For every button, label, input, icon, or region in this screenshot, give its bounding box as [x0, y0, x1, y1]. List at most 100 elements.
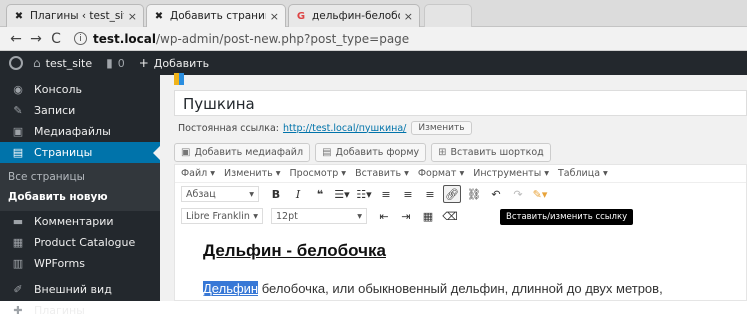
add-new-label: Добавить: [153, 56, 210, 70]
address-bar: ← → C i test.local/wp-admin/post-new.php…: [0, 27, 747, 51]
redo-icon[interactable]: ↷: [509, 185, 527, 203]
sidebar-item-label: Страницы: [34, 146, 93, 159]
menu-view[interactable]: Просмотр ▾: [290, 168, 347, 179]
wordpress-icon: ✖: [154, 10, 164, 22]
font-family-select[interactable]: Libre Franklin ▾: [181, 208, 263, 224]
text-color-icon[interactable]: ✎▾: [531, 185, 549, 203]
link-tooltip: Вставить/изменить ссылку: [500, 209, 634, 225]
submenu-all-pages[interactable]: Все страницы: [0, 167, 160, 187]
post-title-input[interactable]: Пушкина: [174, 90, 747, 116]
add-form-button[interactable]: ▤ Добавить форму: [315, 143, 427, 162]
add-media-button[interactable]: ▣ Добавить медиафайл: [174, 143, 311, 162]
wordpress-logo-icon[interactable]: [9, 56, 23, 70]
bold-icon[interactable]: B: [267, 185, 285, 203]
indent-icon[interactable]: ⇥: [397, 207, 415, 225]
pin-icon: ✎: [13, 104, 23, 117]
align-center-icon[interactable]: ≡: [399, 185, 417, 203]
sidebar-item-dashboard[interactable]: ◉ Консоль: [0, 79, 160, 100]
home-icon: ⌂: [33, 56, 41, 70]
forward-icon[interactable]: →: [26, 31, 46, 47]
chevron-down-icon: ▾: [249, 188, 254, 200]
media-add-icon: ▣: [181, 147, 191, 158]
menu-edit[interactable]: Изменить ▾: [224, 168, 280, 179]
button-label: Добавить медиафайл: [194, 147, 304, 158]
url-field[interactable]: test.local/wp-admin/post-new.php?post_ty…: [93, 32, 409, 46]
media-buttons: ▣ Добавить медиафайл ▤ Добавить форму ⊞ …: [174, 143, 556, 162]
close-icon[interactable]: ×: [270, 10, 279, 23]
undo-icon[interactable]: ↶: [487, 185, 505, 203]
tab-title: Плагины ‹ test_site — W: [30, 10, 124, 22]
sidebar-item-media[interactable]: ▣ Медиафайлы: [0, 121, 160, 142]
align-right-icon[interactable]: ≡: [421, 185, 439, 203]
media-icon: ▣: [12, 125, 24, 138]
menu-tools[interactable]: Инструменты ▾: [473, 168, 549, 179]
align-left-icon[interactable]: ≡: [377, 185, 395, 203]
url-host: test.local: [93, 31, 156, 46]
unlink-icon[interactable]: ⛓︎: [465, 185, 483, 203]
insert-shortcode-button[interactable]: ⊞ Вставить шорткод: [431, 143, 551, 162]
sidebar-item-comments[interactable]: ▬ Комментарии: [0, 211, 160, 232]
new-tab-button[interactable]: [424, 4, 472, 27]
admin-bar-add-new[interactable]: + Добавить: [139, 56, 209, 70]
browser-tab-add-page[interactable]: ✖ Добавить страницу ‹ te: ×: [146, 4, 286, 27]
dashboard-icon: ◉: [13, 83, 23, 96]
editor-toolbar-1: Абзац ▾ B I ❝ ☰▾ ☷▾ ≡ ≡ ≡ 🔗︎ ⛓︎ ↶ ↷ ✎▾: [175, 183, 746, 205]
chevron-down-icon: ▾: [357, 210, 362, 222]
plugins-icon: ✚: [13, 304, 23, 317]
back-icon[interactable]: ←: [6, 31, 26, 47]
sidebar-item-pages[interactable]: ▤ Страницы: [0, 142, 160, 163]
sidebar-item-product-catalogue[interactable]: ▦ Product Catalogue: [0, 232, 160, 253]
menu-insert[interactable]: Вставить ▾: [355, 168, 409, 179]
wordpress-icon: ✖: [14, 10, 24, 22]
clear-format-icon[interactable]: ⌫: [441, 207, 459, 225]
link-icon[interactable]: 🔗︎: [443, 185, 461, 203]
permalink-row: Постоянная ссылка: http://test.local/пуш…: [178, 121, 472, 135]
submenu-add-new[interactable]: Добавить новую: [0, 187, 160, 207]
admin-bar-site[interactable]: ⌂ test_site: [33, 56, 92, 70]
bullet-list-icon[interactable]: ☰▾: [333, 185, 351, 203]
browser-tab-plugins[interactable]: ✖ Плагины ‹ test_site — W ×: [6, 4, 144, 27]
form-icon: ▤: [322, 147, 332, 158]
url-path: /wp-admin/post-new.php?post_type=page: [156, 31, 410, 46]
editor-toolbar-2: Libre Franklin ▾ 12pt ▾ ⇤ ⇥ ▦ ⌫ Вставить…: [175, 205, 746, 227]
tab-title: дельфин-белобочка - П: [312, 10, 400, 22]
close-icon[interactable]: ×: [404, 10, 413, 23]
tinymce-editor: Файл ▾ Изменить ▾ Просмотр ▾ Вставить ▾ …: [174, 164, 747, 301]
submenu-label: Добавить новую: [8, 191, 108, 203]
sidebar-item-posts[interactable]: ✎ Записи: [0, 100, 160, 121]
sidebar-item-wpforms[interactable]: ▥ WPForms: [0, 253, 160, 274]
browser-tab-bar: ✖ Плагины ‹ test_site — W × ✖ Добавить с…: [0, 0, 747, 27]
sidebar-item-label: Комментарии: [34, 215, 114, 228]
browser-tab-search[interactable]: G дельфин-белобочка - П ×: [288, 4, 420, 27]
button-label: Добавить форму: [335, 147, 420, 158]
paste-text-icon[interactable]: ▦: [419, 207, 437, 225]
editor-content[interactable]: Дельфин - белобочка Дельфин белобочка, и…: [175, 227, 746, 306]
sidebar-item-label: Плагины: [34, 304, 85, 317]
info-icon[interactable]: i: [74, 32, 87, 45]
comments-count: 0: [117, 56, 125, 70]
sidebar-item-appearance[interactable]: ✐ Внешний вид: [0, 279, 160, 300]
format-select[interactable]: Абзац ▾: [181, 186, 259, 202]
outdent-icon[interactable]: ⇤: [375, 207, 393, 225]
font-size-select[interactable]: 12pt ▾: [271, 208, 367, 224]
italic-icon[interactable]: I: [289, 185, 307, 203]
site-name: test_site: [45, 56, 93, 70]
numbered-list-icon[interactable]: ☷▾: [355, 185, 373, 203]
sidebar-item-label: Внешний вид: [34, 283, 112, 296]
menu-file[interactable]: Файл ▾: [181, 168, 215, 179]
admin-bar-comments[interactable]: ▮ 0: [106, 56, 125, 70]
reload-icon[interactable]: C: [46, 31, 66, 47]
permalink-link[interactable]: http://test.local/пушкина/: [283, 123, 406, 134]
close-icon[interactable]: ×: [128, 10, 137, 23]
content-paragraph: Дельфин белобочка, или обыкновенный дель…: [203, 281, 718, 296]
menu-table[interactable]: Таблица ▾: [558, 168, 608, 179]
size-select-value: 12pt: [276, 210, 298, 222]
shortcode-icon: ⊞: [438, 147, 447, 158]
sidebar-item-plugins[interactable]: ✚ Плагины: [0, 300, 160, 321]
permalink-edit-button[interactable]: Изменить: [411, 121, 472, 135]
permalink-label: Постоянная ссылка:: [178, 122, 279, 134]
catalog-icon: ▦: [12, 236, 24, 249]
menu-format[interactable]: Формат ▾: [418, 168, 464, 179]
blockquote-icon[interactable]: ❝: [311, 185, 329, 203]
plugin-logo-icon: [174, 73, 184, 85]
